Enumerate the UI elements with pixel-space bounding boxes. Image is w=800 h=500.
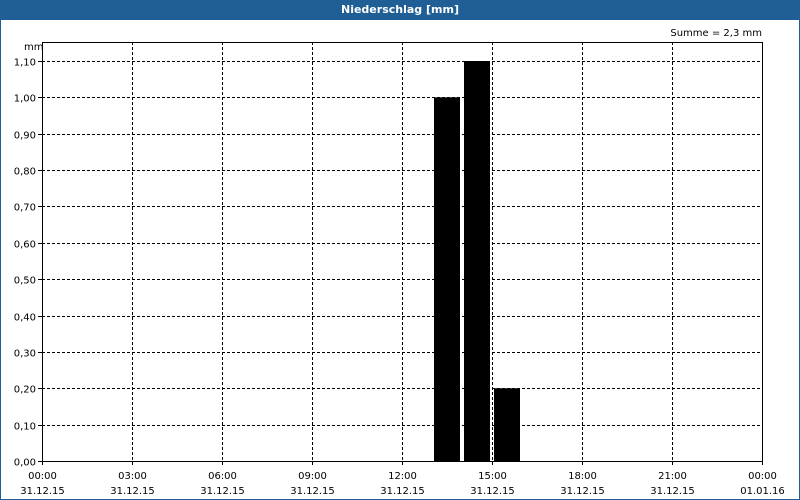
precipitation-bar bbox=[494, 388, 520, 461]
x-tick-time-label: 15:00 bbox=[478, 471, 507, 482]
y-tick-label: 0,20 bbox=[14, 385, 36, 396]
y-tick-label: 0,40 bbox=[14, 313, 36, 324]
y-tick-label: 0,50 bbox=[14, 276, 36, 287]
x-tick-time-label: 18:00 bbox=[568, 471, 597, 482]
x-tick-date-label: 01.01.16 bbox=[740, 486, 785, 497]
x-tick-time-label: 00:00 bbox=[28, 471, 57, 482]
y-tick-label: 0,90 bbox=[14, 131, 36, 142]
axes bbox=[38, 42, 763, 465]
y-tick-label: 0,80 bbox=[14, 167, 36, 178]
precipitation-bar bbox=[464, 61, 490, 461]
x-tick-time-label: 09:00 bbox=[298, 471, 327, 482]
grid-lines bbox=[42, 42, 762, 461]
x-tick-date-label: 31.12.15 bbox=[650, 486, 695, 497]
x-tick-time-label: 00:00 bbox=[748, 471, 777, 482]
sum-label: Summe = 2,3 mm bbox=[670, 28, 762, 39]
x-tick-date-label: 31.12.15 bbox=[470, 486, 515, 497]
bars bbox=[434, 61, 520, 461]
y-tick-label: 0,60 bbox=[14, 240, 36, 251]
x-tick-date-label: 31.12.15 bbox=[20, 486, 65, 497]
x-tick-time-label: 12:00 bbox=[388, 471, 417, 482]
y-tick-label: 0,30 bbox=[14, 349, 36, 360]
y-tick-label: 0,70 bbox=[14, 203, 36, 214]
x-tick-date-label: 31.12.15 bbox=[110, 486, 155, 497]
y-tick-label: 0,00 bbox=[14, 458, 36, 469]
x-tick-date-label: 31.12.15 bbox=[290, 486, 335, 497]
precipitation-bar bbox=[434, 97, 460, 461]
x-tick-time-label: 06:00 bbox=[208, 471, 237, 482]
y-tick-label: 1,10 bbox=[14, 58, 36, 69]
y-tick-label: 0,10 bbox=[14, 422, 36, 433]
x-tick-time-label: 21:00 bbox=[658, 471, 687, 482]
y-axis-unit-label: mm bbox=[24, 42, 43, 53]
y-tick-label: 1,00 bbox=[14, 94, 36, 105]
x-tick-date-label: 31.12.15 bbox=[200, 486, 245, 497]
x-tick-date-label: 31.12.15 bbox=[560, 486, 605, 497]
x-tick-time-label: 03:00 bbox=[118, 471, 147, 482]
precipitation-chart: 0,00 0,10 0,20 0,30 0,40 0,50 0,60 0,70 0,80 0,90… bbox=[14, 28, 785, 498]
x-tick-date-label: 31.12.15 bbox=[380, 486, 425, 497]
tick-labels: 0,00 0,10 0,20 0,30 0,40 0,50 0,60 0,70 0,80 0,90… bbox=[14, 58, 785, 498]
